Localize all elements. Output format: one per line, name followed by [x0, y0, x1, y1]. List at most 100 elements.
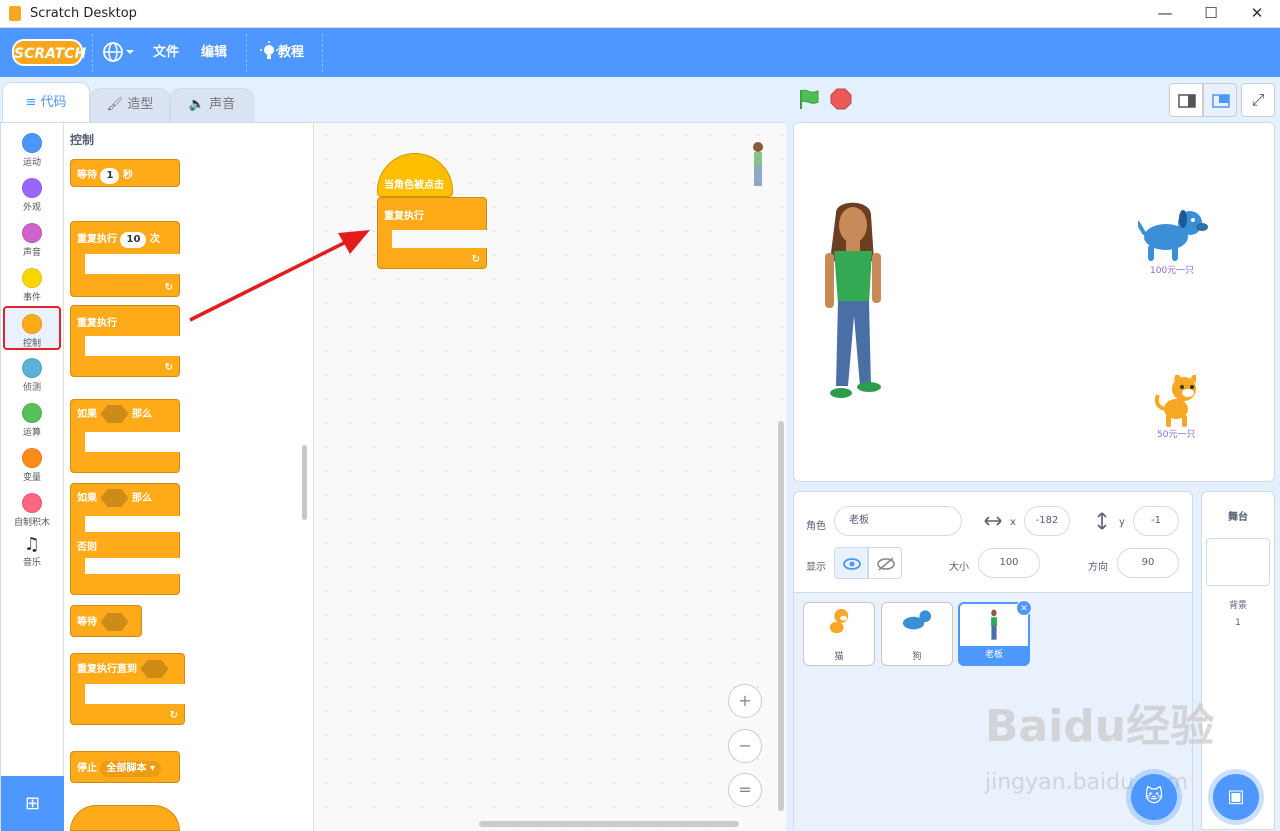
- language-menu[interactable]: [102, 28, 136, 77]
- condition-slot[interactable]: [100, 489, 129, 507]
- cat-sprite[interactable]: [1154, 375, 1206, 431]
- block-label: 停止: [77, 763, 97, 774]
- category-label: 事件: [22, 293, 41, 303]
- repeat-block[interactable]: 重复执行 10 次 ↻: [70, 221, 180, 297]
- minimize-button[interactable]: —: [1142, 0, 1188, 28]
- category-looks[interactable]: 外观: [3, 172, 61, 214]
- dog-sprite[interactable]: [1138, 209, 1208, 269]
- script-forever-block[interactable]: 重复执行 ↻: [377, 197, 487, 269]
- size-label: 大小: [949, 562, 969, 573]
- workspace-hscrollbar[interactable]: [479, 821, 739, 827]
- when-clicked-hat-block[interactable]: 当角色被点击: [377, 153, 453, 197]
- sprite-thumb-cat[interactable]: 猫: [803, 602, 875, 666]
- hat-block-partial[interactable]: [70, 805, 180, 831]
- category-variables[interactable]: 变量: [3, 442, 61, 484]
- if-then-block[interactable]: 如果 那么: [70, 399, 180, 473]
- window-title: Scratch Desktop: [30, 6, 137, 21]
- category-sensing[interactable]: 侦测: [3, 352, 61, 394]
- sprite-thumb-dog[interactable]: 狗: [881, 602, 953, 666]
- category-events[interactable]: 事件: [3, 262, 61, 304]
- block-slot: [85, 336, 180, 356]
- stop-icon[interactable]: [830, 88, 852, 110]
- small-stage-button[interactable]: [1169, 83, 1203, 117]
- category-label: 控制: [22, 339, 41, 349]
- scratch-logo[interactable]: SCRATCH: [12, 39, 86, 66]
- extension-icon: ⊞: [24, 793, 41, 814]
- choose-sprite-button[interactable]: 🐱: [1131, 774, 1177, 820]
- tab-code-label: 代码: [40, 95, 67, 110]
- direction-input[interactable]: 90: [1117, 548, 1179, 578]
- block-slot: [85, 432, 180, 452]
- choose-backdrop-button[interactable]: ▣: [1213, 774, 1259, 820]
- maximize-button[interactable]: ☐: [1188, 0, 1234, 28]
- large-stage-button[interactable]: [1203, 83, 1237, 117]
- show-hidden-button[interactable]: [868, 547, 902, 579]
- block-label: 那么: [131, 493, 152, 504]
- block-label: 当角色被点击: [384, 180, 444, 191]
- category-control[interactable]: 控制: [3, 306, 61, 350]
- condition-slot[interactable]: [100, 613, 129, 631]
- edit-menu[interactable]: 编辑: [201, 28, 227, 77]
- category-label: 声音: [22, 248, 41, 258]
- sprite-thumb-boss[interactable]: 老板 ✕: [958, 600, 1032, 666]
- delete-sprite-icon[interactable]: ✕: [1016, 600, 1032, 616]
- wait-until-block[interactable]: 等待: [70, 605, 142, 637]
- palette-scrollbar[interactable]: [302, 445, 307, 520]
- tutorials-menu[interactable]: 教程: [260, 28, 304, 77]
- stage-toolbar: ⤢: [793, 80, 1275, 120]
- repeat-until-block[interactable]: 重复执行直到 ↻: [70, 653, 185, 725]
- wait-input[interactable]: 1: [100, 168, 120, 184]
- condition-slot[interactable]: [140, 660, 169, 678]
- file-menu[interactable]: 文件: [153, 28, 179, 77]
- block-label: 次: [149, 234, 160, 245]
- wait-block[interactable]: 等待 1 秒: [70, 159, 180, 187]
- category-music[interactable]: ♫ 音乐: [3, 532, 61, 574]
- eye-slash-icon: [877, 557, 895, 571]
- fullscreen-icon: ⤢: [1251, 90, 1265, 109]
- category-label: 外观: [22, 203, 41, 213]
- cat-thumb-icon: [829, 609, 849, 634]
- stop-block[interactable]: 停止 全部脚本 ▾: [70, 751, 180, 783]
- zoom-out-button[interactable]: −: [728, 729, 762, 763]
- workspace-vscrollbar[interactable]: [778, 421, 784, 811]
- menu-separator: [246, 34, 247, 72]
- add-extension-button[interactable]: ⊞: [1, 776, 64, 831]
- zoom-in-button[interactable]: +: [728, 684, 762, 718]
- forever-block[interactable]: 重复执行 ↻: [70, 305, 180, 377]
- direction-label: 方向: [1088, 562, 1108, 573]
- menu-separator: [92, 34, 93, 72]
- if-else-block[interactable]: 如果 那么 否则: [70, 483, 180, 595]
- sprite-name-input[interactable]: 老板: [834, 506, 962, 536]
- x-arrow-icon: [984, 516, 1002, 526]
- category-operators[interactable]: 运算: [3, 397, 61, 439]
- y-input[interactable]: -1: [1133, 506, 1179, 536]
- category-dot: [22, 268, 42, 288]
- music-note-icon: ♫: [23, 534, 41, 555]
- x-input[interactable]: -182: [1024, 506, 1070, 536]
- fullscreen-button[interactable]: ⤢: [1241, 83, 1275, 117]
- zoom-reset-button[interactable]: =: [728, 773, 762, 807]
- close-button[interactable]: ✕: [1234, 0, 1280, 28]
- category-sound[interactable]: 声音: [3, 217, 61, 259]
- condition-slot[interactable]: [100, 405, 129, 423]
- category-menu: 运动 外观 声音 事件 控制 侦测 运算 变量 自制积木 ♫ 音乐 ⊞: [1, 123, 64, 831]
- stop-dropdown[interactable]: 全部脚本 ▾: [100, 761, 161, 777]
- tab-sounds[interactable]: 🔈 声音: [170, 88, 254, 122]
- show-visible-button[interactable]: [834, 547, 868, 579]
- tab-costumes-label: 造型: [127, 97, 154, 112]
- block-label: 等待: [77, 170, 97, 181]
- tab-costumes[interactable]: 🖌 造型: [90, 88, 170, 122]
- x-label: x: [1010, 517, 1016, 528]
- stage[interactable]: 100元一只 50元一只: [793, 122, 1275, 482]
- script-area[interactable]: 当角色被点击 重复执行 ↻ + − =: [314, 123, 786, 831]
- category-myblocks[interactable]: 自制积木: [3, 487, 61, 529]
- repeat-input[interactable]: 10: [120, 232, 147, 248]
- boss-sprite[interactable]: [816, 201, 891, 406]
- app-icon: [9, 6, 21, 21]
- size-input[interactable]: 100: [978, 548, 1040, 578]
- category-motion[interactable]: 运动: [3, 127, 61, 169]
- backdrop-thumbnail[interactable]: [1206, 538, 1270, 586]
- green-flag-icon[interactable]: [798, 88, 820, 110]
- tab-code[interactable]: ≡ 代码: [2, 82, 90, 122]
- tab-sounds-label: 声音: [209, 97, 236, 112]
